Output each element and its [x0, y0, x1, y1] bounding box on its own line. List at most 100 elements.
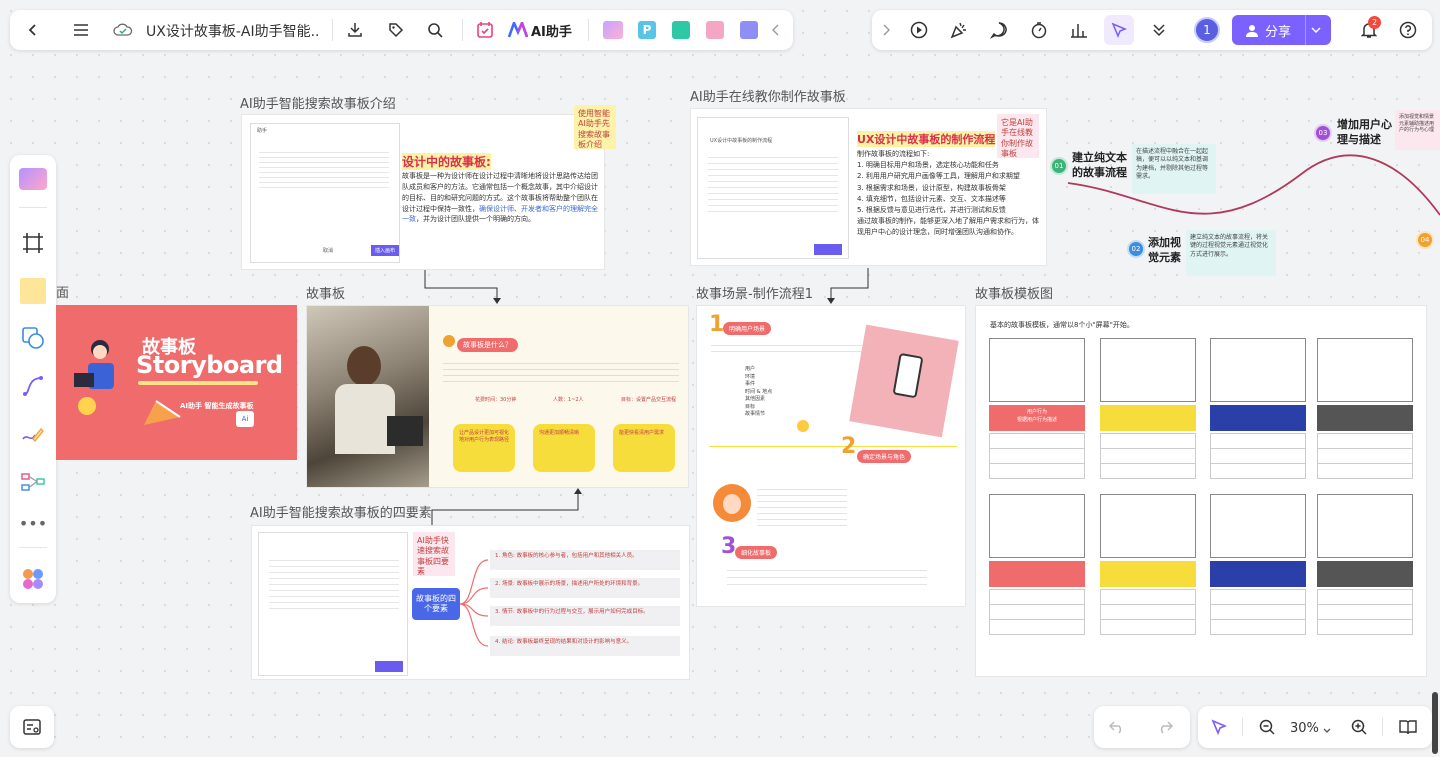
phone-in-hand-image	[849, 324, 959, 438]
template-table	[1100, 433, 1196, 479]
template-label: 用户行为	[1026, 409, 1047, 415]
stat-people: 人数：1~2人	[553, 397, 584, 403]
four-elements-card[interactable]: 故事板的四个要素 1. 角色: 故事板的核心参与者，包括用户和其他相关人员。 2…	[251, 525, 690, 680]
online-step-5: 5. 根据反馈与意见进行迭代，并进行测试和反馈	[857, 205, 1006, 214]
stat-time: 花费时间：30分钟	[475, 397, 517, 403]
online-summary: 通过故事板的制作，能够更深入地了解用户需求和行为，体现用户中心的设计理念，同时增…	[857, 217, 1039, 237]
template-screen[interactable]	[1210, 494, 1306, 558]
scene-num-2: 2	[841, 434, 857, 459]
template-table	[1100, 589, 1196, 635]
template-screen[interactable]	[1317, 494, 1413, 558]
intro-sticky-note[interactable]: 使用智能AI助手先搜索故事板介绍	[574, 105, 616, 149]
template-table	[1210, 589, 1306, 635]
template-label-blue	[1210, 405, 1306, 431]
flow-node-3[interactable]: 03	[1314, 124, 1332, 142]
divider	[1382, 718, 1383, 736]
zoom-level-value: 30%	[1290, 721, 1319, 736]
template-label-pink	[989, 561, 1085, 587]
scene-list-item: 环境	[745, 373, 756, 380]
four-item-3: 3. 情节: 故事板中的行为过程与交互，展示用户如何完成目标。	[490, 606, 680, 626]
zoom-panel: 30%	[1198, 706, 1432, 748]
online-doc-title: UX设计中故事板的制作流程	[710, 138, 773, 144]
template-screen[interactable]	[1100, 494, 1196, 558]
template-label-yellow	[1100, 561, 1196, 587]
scene-list-item: 时间 & 地点	[745, 388, 773, 395]
minimap-icon[interactable]	[17, 712, 47, 742]
zoom-in-icon[interactable]	[1344, 712, 1374, 742]
persona-avatar	[713, 484, 751, 522]
intro-card[interactable]: 助手 取消 插入画布 设计中的故事板: 故事板是一种为设计师在设计过程中清晰地将…	[241, 114, 605, 270]
office-photo	[307, 306, 429, 487]
template-table	[989, 589, 1085, 635]
book-map-icon[interactable]	[1393, 712, 1423, 742]
scene-list-item: 目标	[745, 403, 756, 410]
flow-note-1[interactable]: 在描述流程中融合在一起起稿，便可以以纯文本和基调为建档，并剔除其他过程等需求。	[1132, 144, 1216, 194]
scene-list: 用户 环境 事件 时间 & 地点 其他因素 目标 故事情节	[745, 366, 772, 419]
four-branch-lines	[460, 559, 489, 647]
redo-icon[interactable]	[1150, 712, 1180, 742]
template-screen[interactable]	[1100, 338, 1196, 402]
four-insert-button[interactable]	[375, 661, 403, 672]
flow-node-2[interactable]: 02	[1127, 240, 1145, 258]
four-sticky-note[interactable]: AI助手快速搜索故事板四要素	[413, 532, 455, 576]
template-table	[989, 433, 1085, 479]
template-label-gray	[1317, 405, 1413, 431]
template-label-gray	[1317, 561, 1413, 587]
template-screen[interactable]	[989, 338, 1085, 402]
four-item-4: 4. 结论: 故事板最终呈现的结果和对设计的影响与意义。	[490, 636, 680, 656]
online-sticky-note[interactable]: 它是AI助手在线教你制作故事板	[997, 114, 1039, 158]
zoom-out-icon[interactable]	[1252, 712, 1282, 742]
scene-card[interactable]: 1 明确用户场景 用户 环境 事件 时间 & 地点 其他因素 目标 故事情节 2…	[696, 305, 966, 607]
scene-list-item: 事件	[745, 381, 756, 387]
scene-final-lines	[727, 564, 927, 590]
dialog-cancel[interactable]: 取消	[323, 248, 333, 255]
minimap-panel	[10, 706, 54, 748]
online-body: 制作故事板的流程如下: 1. 明确目标用户和场景，选定核心功能和任务 2. 利用…	[857, 149, 1043, 239]
laugh-emoji-icon	[78, 397, 96, 415]
flow-step-1-title: 建立纯文本的故事流程	[1072, 151, 1127, 179]
template-sub: 根据用户行为描述	[1016, 417, 1057, 423]
ai-badge-icon: Ai	[236, 411, 254, 427]
flow-note-3[interactable]: 添加视觉和情景元素辅助描述用户的行为与心理	[1395, 110, 1440, 150]
online-dialog-lines	[708, 152, 838, 214]
dialog-text-lines	[259, 148, 389, 192]
online-step-4: 4. 填充细节，包括设计元素、交互、文本描述等	[857, 194, 1006, 203]
divider	[1242, 718, 1243, 736]
template-label-yellow	[1100, 405, 1196, 431]
vertical-scrollbar[interactable]	[1432, 692, 1438, 754]
logo-underline	[138, 381, 258, 385]
zoom-dropdown-icon	[1323, 719, 1331, 738]
template-label-blue	[1210, 561, 1306, 587]
zoom-level[interactable]: 30%	[1290, 719, 1331, 738]
template-screen[interactable]	[1210, 338, 1306, 402]
scene-tag-1: 明确用户场景	[723, 322, 772, 335]
feature-box-2: 沟通更加顺畅清晰	[533, 424, 595, 472]
flow-note-2[interactable]: 建立纯文本的故事流程，将关键的过程视觉元素通过视觉化方式进行展示。	[1186, 230, 1276, 276]
online-card[interactable]: UX设计中故事板的制作流程 UX设计中故事板的制作流程 制作故事板的流程如下: …	[690, 108, 1047, 266]
online-insert-button[interactable]	[814, 244, 842, 255]
four-ai-dialog	[258, 532, 408, 676]
feature-box-3: 能更快看清用户需求	[613, 424, 675, 472]
undo-icon[interactable]	[1102, 712, 1132, 742]
party-horn-icon	[142, 397, 188, 427]
template-label-pink: 用户行为 根据用户行为描述	[989, 405, 1085, 431]
storyboard-card[interactable]: 故事板是什么？ 花费时间：30分钟 人数：1~2人 目标：设置产品交互流程 让产…	[306, 305, 689, 488]
flow-node-4[interactable]: 04	[1416, 231, 1434, 249]
dialog-insert-button[interactable]: 插入画布	[371, 245, 399, 256]
scene-num-3: 3	[721, 534, 737, 559]
template-screen[interactable]	[989, 494, 1085, 558]
q-desc-lines	[443, 358, 679, 384]
select-cursor-icon[interactable]	[1204, 712, 1234, 742]
storyboard-logo-card[interactable]: 故事板 Storyboard AI助手 智能生成故事板 Ai	[56, 305, 297, 460]
template-grid: 用户行为 根据用户行为描述	[975, 305, 1427, 677]
scene-list-item: 用户	[745, 366, 756, 372]
four-center-node: 故事板的四个要素	[412, 588, 460, 620]
intro-body: 故事板是一种为设计师在设计过程中清晰地将设计思路传达给团队成员和客户的方法。它通…	[402, 171, 598, 225]
template-screen[interactable]	[1317, 338, 1413, 402]
flow-node-1[interactable]: 01	[1050, 157, 1068, 175]
stat-goal: 目标：设置产品交互流程	[621, 397, 677, 403]
scene-tag-2: 确定场景与角色	[857, 450, 912, 463]
template-table	[1317, 589, 1413, 635]
online-heading: UX设计中故事板的制作流程	[857, 131, 996, 147]
flow-step-3-title: 增加用户心理与描述	[1337, 118, 1392, 146]
